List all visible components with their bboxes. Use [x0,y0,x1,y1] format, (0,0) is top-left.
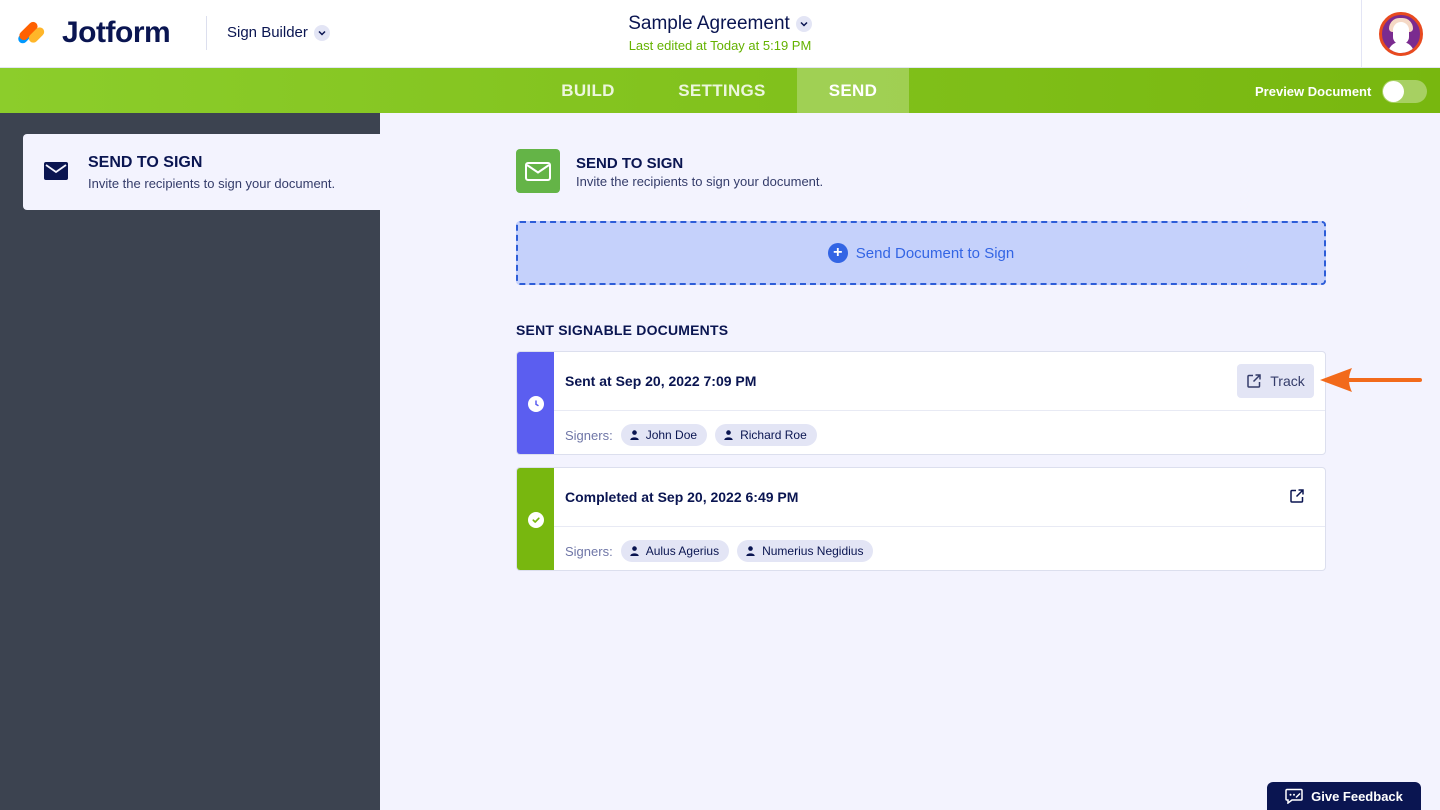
clock-icon [527,396,544,412]
open-document-button[interactable] [1289,488,1305,509]
send-document-to-sign-button[interactable]: + Send Document to Sign [516,221,1326,285]
chevron-down-icon [795,16,812,32]
sent-documents-title: SENT SIGNABLE DOCUMENTS [516,322,729,338]
sidebar-item-title: SEND TO SIGN [88,154,203,171]
status-stripe-pending [517,352,554,454]
tab-settings[interactable]: SETTINGS [660,68,784,113]
signer-chip: Richard Roe [715,424,817,446]
envelope-icon [516,149,560,193]
sidebar-item-send-to-sign[interactable]: SEND TO SIGN Invite the recipients to si… [23,134,380,210]
person-icon [630,546,639,556]
plus-icon: + [827,243,848,263]
document-completed-heading: Completed at Sep 20, 2022 6:49 PM [565,489,799,505]
envelope-icon [44,162,68,185]
status-stripe-completed [517,468,554,570]
last-edited-text: Last edited at Today at 5:19 PM [628,38,812,53]
external-link-icon [1290,489,1304,503]
signer-chip: Aulus Agerius [620,540,730,562]
toggle-knob [1383,81,1404,102]
preview-document-label: Preview Document [1255,84,1372,99]
card-divider [554,526,1325,527]
document-title-area: Sample Agreement Last edited at Today at… [0,13,1440,53]
card-divider [554,410,1325,411]
document-title[interactable]: Sample Agreement [628,13,812,35]
sidebar-item-subtitle: Invite the recipients to sign your docum… [88,176,336,191]
give-feedback-label: Give Feedback [1311,788,1403,804]
document-sent-heading: Sent at Sep 20, 2022 7:09 PM [565,373,757,389]
person-icon [630,430,639,440]
tab-build[interactable]: BUILD [538,68,638,113]
track-label: Track [1270,373,1305,389]
section-subtitle: Invite the recipients to sign your docum… [576,174,824,189]
check-icon [527,512,544,528]
sent-document-card: Sent at Sep 20, 2022 7:09 PM Track Signe… [516,351,1326,455]
signers-label: Signers: [565,427,613,443]
tab-send[interactable]: SEND [797,68,909,113]
preview-document-toggle[interactable] [1382,80,1427,103]
account-menu[interactable] [1361,0,1440,68]
external-link-icon [1247,374,1261,388]
sidebar: SEND TO SIGN Invite the recipients to si… [0,113,380,810]
signer-name: John Doe [645,428,698,442]
completed-document-card: Completed at Sep 20, 2022 6:49 PM Signer… [516,467,1326,571]
avatar [1379,12,1423,56]
signers-row: Signers: Aulus Agerius Numerius Negidius [565,540,881,562]
signer-name: Richard Roe [740,428,807,442]
give-feedback-button[interactable]: Give Feedback [1267,782,1421,810]
builder-nav: BUILD SETTINGS SEND Preview Document [0,68,1440,113]
signer-chip: John Doe [620,424,708,446]
section-title: SEND TO SIGN [576,155,684,172]
top-bar: Jotform Sign Builder Sample Agreement La… [0,0,1440,68]
signer-name: Aulus Agerius [645,544,720,558]
person-icon [724,430,733,440]
person-icon [746,546,755,556]
feedback-icon [1285,788,1303,804]
annotation-arrow-icon [1320,368,1422,392]
signer-name: Numerius Negidius [762,544,864,558]
track-button[interactable]: Track [1237,364,1314,398]
document-title-text: Sample Agreement [628,13,790,34]
signers-row: Signers: John Doe Richard Roe [565,424,825,446]
signers-label: Signers: [565,543,613,559]
signer-chip: Numerius Negidius [737,540,874,562]
send-document-label: Send Document to Sign [855,244,1015,262]
